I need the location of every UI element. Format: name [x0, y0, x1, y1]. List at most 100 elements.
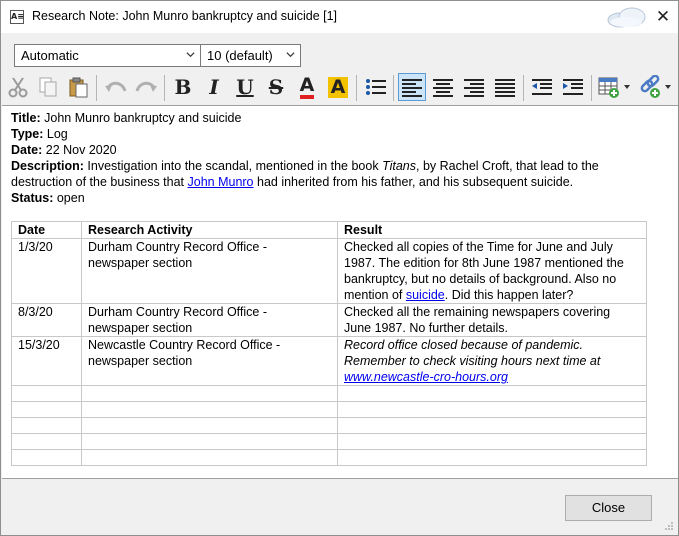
strikethrough-button[interactable]: S — [262, 73, 290, 101]
empty-table-row — [11, 449, 647, 466]
align-justify-icon — [495, 79, 515, 97]
date-cell[interactable]: 1/3/20 — [11, 238, 82, 304]
align-center-button[interactable] — [429, 73, 457, 101]
toolbar-separator — [393, 75, 394, 101]
resize-grip-icon[interactable] — [664, 521, 674, 531]
link-icon — [640, 75, 671, 98]
font-size-select-value: 10 (default) — [207, 48, 273, 63]
align-center-icon — [433, 79, 453, 97]
cut-button[interactable] — [4, 73, 32, 101]
result-cell[interactable]: Checked all the remaining newspapers cov… — [337, 303, 647, 337]
activity-cell[interactable]: Durham Country Record Office - newspaper… — [81, 303, 338, 337]
research-log-table: Date Research Activity Result 1/3/20 Dur… — [11, 221, 647, 466]
bold-button[interactable]: B — [169, 73, 197, 101]
window-close-button[interactable]: ✕ — [653, 7, 673, 27]
align-right-icon — [464, 79, 484, 97]
table-row: 1/3/20 Durham Country Record Office - ne… — [11, 238, 647, 304]
toolbar-separator — [591, 75, 592, 101]
empty-cell[interactable] — [11, 401, 82, 418]
empty-cell[interactable] — [81, 417, 338, 434]
increase-indent-button[interactable] — [559, 73, 587, 101]
underline-icon: U — [236, 75, 254, 99]
close-button[interactable]: Close — [565, 495, 652, 521]
insert-link-button[interactable] — [637, 73, 673, 101]
align-left-button[interactable] — [398, 73, 426, 101]
empty-cell[interactable] — [11, 433, 82, 450]
dialog-footer: Close — [1, 479, 678, 535]
table-row: 15/3/20 Newcastle Country Record Office … — [11, 336, 647, 386]
bold-icon: B — [174, 75, 192, 99]
suicide-link[interactable]: suicide — [406, 288, 445, 302]
website-link[interactable]: www.newcastle-cro-hours.org — [344, 370, 508, 384]
empty-cell[interactable] — [81, 401, 338, 418]
note-date-line: Date: 22 Nov 2020 — [11, 142, 651, 158]
date-value: 22 Nov 2020 — [45, 143, 117, 157]
align-right-button[interactable] — [460, 73, 488, 101]
italic-button[interactable]: I — [200, 73, 228, 101]
paste-button[interactable] — [64, 73, 92, 101]
empty-cell[interactable] — [11, 417, 82, 434]
empty-cell[interactable] — [81, 449, 338, 466]
person-link[interactable]: John Munro — [188, 175, 254, 189]
empty-cell[interactable] — [11, 385, 82, 402]
empty-table-row — [11, 433, 647, 450]
decrease-indent-button[interactable] — [528, 73, 556, 101]
type-label: Type: — [11, 127, 44, 141]
font-color-button[interactable]: A — [293, 73, 321, 101]
insert-table-button[interactable] — [596, 73, 632, 101]
date-label: Date: — [11, 143, 43, 157]
result-cell[interactable]: Checked all copies of the Time for June … — [337, 238, 647, 304]
empty-cell[interactable] — [337, 433, 647, 450]
paste-icon — [69, 77, 88, 98]
empty-table-row — [11, 417, 647, 434]
justify-button[interactable] — [491, 73, 519, 101]
column-header: Research Activity — [81, 221, 338, 239]
table-row: 8/3/20 Durham Country Record Office - ne… — [11, 303, 647, 337]
copy-button[interactable] — [34, 73, 62, 101]
toolbar-separator — [96, 75, 97, 101]
empty-cell[interactable] — [81, 433, 338, 450]
redo-button[interactable] — [132, 73, 160, 101]
insert-table-icon — [598, 77, 630, 98]
note-title-line: Title: John Munro bankruptcy and suicide — [11, 110, 651, 126]
type-value: Log — [46, 127, 68, 141]
date-cell[interactable]: 15/3/20 — [11, 336, 82, 386]
empty-table-row — [11, 385, 647, 402]
undo-button[interactable] — [102, 73, 130, 101]
result-cell[interactable]: Record office closed because of pandemic… — [337, 336, 647, 386]
status-value: open — [56, 191, 85, 205]
book-title: Titans — [382, 159, 417, 173]
empty-cell[interactable] — [337, 449, 647, 466]
highlight-color-button[interactable]: A — [324, 73, 352, 101]
note-description-line: Description: Investigation into the scan… — [11, 158, 651, 190]
date-cell[interactable]: 8/3/20 — [11, 303, 82, 337]
empty-cell[interactable] — [337, 385, 647, 402]
empty-cell[interactable] — [337, 401, 647, 418]
empty-cell[interactable] — [337, 417, 647, 434]
chevron-down-icon — [286, 52, 295, 58]
app-icon: A≡ — [10, 10, 24, 24]
research-note-window: A≡ Research Note: John Munro bankruptcy … — [0, 0, 679, 536]
empty-cell[interactable] — [81, 385, 338, 402]
title-label: Title: — [11, 111, 41, 125]
status-label: Status: — [11, 191, 54, 205]
font-size-select[interactable]: 10 (default) — [200, 44, 301, 67]
cloud-sync-icon[interactable] — [602, 5, 650, 29]
toolbar-separator — [523, 75, 524, 101]
activity-cell[interactable]: Durham Country Record Office - newspaper… — [81, 238, 338, 304]
activity-cell[interactable]: Newcastle Country Record Office - newspa… — [81, 336, 338, 386]
font-color-icon: A — [299, 75, 315, 99]
bullet-list-button[interactable] — [362, 73, 390, 101]
copy-icon — [39, 77, 57, 97]
result-text: . Did this happen later? — [444, 288, 574, 302]
align-left-icon — [402, 79, 422, 97]
column-header: Date — [11, 221, 82, 239]
underline-button[interactable]: U — [231, 73, 259, 101]
empty-table-row — [11, 401, 647, 418]
note-editor[interactable]: Title: John Munro bankruptcy and suicide… — [2, 105, 678, 479]
font-select[interactable]: Automatic — [14, 44, 201, 67]
empty-cell[interactable] — [11, 449, 82, 466]
formatting-toolbar: Automatic 10 (default) B I U S A A — [1, 33, 678, 105]
bullet-list-icon — [366, 79, 386, 95]
window-title: Research Note: John Munro bankruptcy and… — [32, 9, 338, 23]
